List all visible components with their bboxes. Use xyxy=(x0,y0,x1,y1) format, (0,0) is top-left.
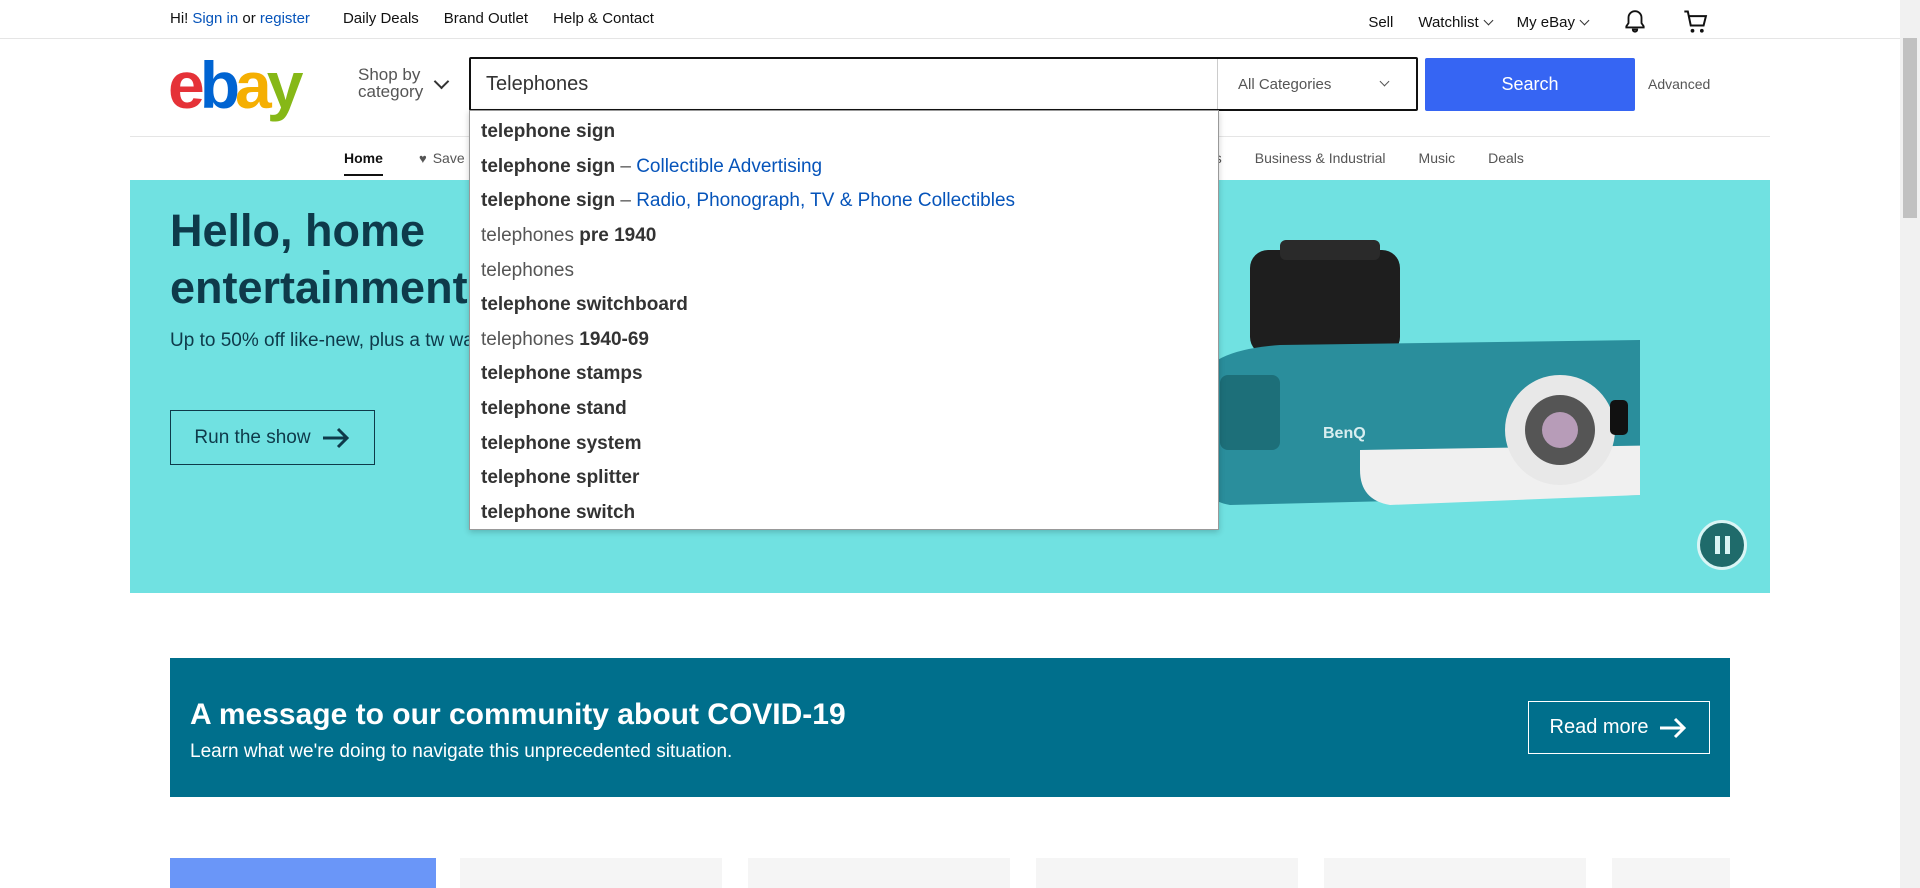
nav-item-business-industrial[interactable]: Business & Industrial xyxy=(1255,150,1386,166)
suggestion-text: telephone stand xyxy=(481,398,627,420)
suggestion-text: telephone splitter xyxy=(481,467,640,489)
top-bar: Hi! Sign in or register Daily Deals Bran… xyxy=(0,0,1900,39)
nav-saved-label: Save xyxy=(432,150,465,166)
suggestion-text: – xyxy=(615,155,637,177)
search-button[interactable]: Search xyxy=(1425,58,1635,111)
suggestion-item[interactable]: telephone sign – Collectible Advertising xyxy=(470,150,1218,185)
promo-card[interactable] xyxy=(170,858,436,888)
logo-e: e xyxy=(168,48,205,122)
read-more-label: Read more xyxy=(1549,716,1649,738)
watchlist-dropdown[interactable]: Watchlist xyxy=(1418,13,1494,31)
category-select[interactable]: All Categories xyxy=(1217,59,1416,109)
logo-b: b xyxy=(199,48,240,122)
suggestion-text: 1940-69 xyxy=(579,328,649,350)
shop-by-line2: category xyxy=(358,82,424,101)
suggestion-item[interactable]: telephone sign xyxy=(470,115,1218,150)
suggestion-text: telephone switch xyxy=(481,501,636,523)
sell-link[interactable]: Sell xyxy=(1368,14,1393,31)
suggestion-text: telephone sign xyxy=(481,121,616,143)
bell-icon[interactable] xyxy=(1622,9,1648,35)
pause-icon[interactable] xyxy=(1697,520,1747,570)
suggestion-item[interactable]: telephones pre 1940 xyxy=(470,219,1218,254)
product-card[interactable] xyxy=(460,858,722,888)
run-the-show-button[interactable]: Run the show xyxy=(170,410,375,465)
daily-deals-link[interactable]: Daily Deals xyxy=(343,10,419,27)
arrow-right-icon xyxy=(1660,717,1687,738)
nav-home[interactable]: Home xyxy=(344,150,383,176)
logo-a: a xyxy=(235,48,272,122)
sell-label: Sell xyxy=(1368,13,1394,31)
page-scrollbar[interactable] xyxy=(1900,0,1920,888)
advanced-search-link[interactable]: Advanced xyxy=(1648,76,1710,92)
product-card[interactable] xyxy=(1324,858,1586,888)
product-card[interactable] xyxy=(1036,858,1298,888)
shop-by-line1: Shop by xyxy=(358,65,421,84)
nav-categories: oys Business & Industrial Music Deals xyxy=(1200,150,1557,166)
search-input[interactable] xyxy=(471,59,1218,109)
suggestion-text: telephone sign xyxy=(481,155,616,177)
brand-outlet-link[interactable]: Brand Outlet xyxy=(444,10,528,27)
heart-icon: ♥ xyxy=(419,151,427,166)
shop-by-category-button[interactable]: Shop by category xyxy=(358,66,423,100)
ebay-home-page: Hi! Sign in or register Daily Deals Bran… xyxy=(0,0,1920,888)
suggestion-text: telephone stamps xyxy=(481,363,643,385)
watchlist-label: Watchlist xyxy=(1418,13,1479,31)
run-the-show-label: Run the show xyxy=(194,426,311,448)
logo-y: y xyxy=(266,48,304,122)
nav-saved[interactable]: ♥ Save xyxy=(419,150,465,166)
suggestion-text: pre 1940 xyxy=(579,225,657,247)
suggestion-text: telephone system xyxy=(481,432,642,454)
projector-brand: BenQ xyxy=(1323,425,1366,442)
chevron-down-icon xyxy=(1483,15,1494,25)
suggestion-text: telephone sign xyxy=(481,190,616,212)
top-bar-left: Hi! Sign in or register Daily Deals Bran… xyxy=(170,10,654,27)
covid-title: A message to our community about COVID-1… xyxy=(190,698,846,731)
suggestion-item[interactable]: telephone sign – Radio, Phonograph, TV &… xyxy=(470,184,1218,219)
top-bar-right: Sell Watchlist My eBay xyxy=(1343,8,1710,36)
my-ebay-label: My eBay xyxy=(1516,13,1575,31)
suggestion-item[interactable]: telephones xyxy=(470,253,1218,288)
category-select-label: All Categories xyxy=(1238,76,1332,93)
suggestion-item[interactable]: telephone stand xyxy=(470,392,1218,427)
search-box: All Categories xyxy=(469,57,1418,111)
my-ebay-dropdown[interactable]: My eBay xyxy=(1516,13,1590,31)
sign-in-link[interactable]: Sign in xyxy=(192,10,238,27)
scrollbar-thumb[interactable] xyxy=(1903,38,1917,218)
chevron-down-icon xyxy=(1379,76,1390,87)
suggestion-item[interactable]: telephone stamps xyxy=(470,357,1218,392)
cart-icon[interactable] xyxy=(1682,8,1710,36)
help-contact-link[interactable]: Help & Contact xyxy=(553,10,654,27)
suggestion-text: Collectible Advertising xyxy=(636,155,823,177)
greeting: Hi! xyxy=(170,10,189,27)
register-link[interactable]: register xyxy=(260,10,310,27)
suggestion-item[interactable]: telephone system xyxy=(470,426,1218,461)
chevron-down-icon xyxy=(1579,15,1590,25)
or-text: or xyxy=(238,10,260,27)
search-suggestions: telephone sign telephone sign – Collectib… xyxy=(469,110,1219,530)
suggestion-item[interactable]: telephone switchboard xyxy=(470,288,1218,323)
suggestion-text: – xyxy=(615,190,637,212)
suggestion-text: telephones xyxy=(481,225,580,247)
suggestion-text: telephone switchboard xyxy=(481,294,688,316)
product-card[interactable] xyxy=(1612,858,1730,888)
product-card[interactable] xyxy=(748,858,1010,888)
covid-subtitle: Learn what we're doing to navigate this … xyxy=(190,741,733,762)
suggestion-text: telephones xyxy=(481,259,574,281)
read-more-button[interactable]: Read more xyxy=(1528,701,1710,754)
suggestion-text: Radio, Phonograph, TV & Phone Collectibl… xyxy=(636,190,1016,212)
arrow-right-icon xyxy=(322,427,349,448)
nav-item-music[interactable]: Music xyxy=(1419,150,1456,166)
suggestion-item[interactable]: telephones 1940-69 xyxy=(470,323,1218,358)
ebay-logo[interactable]: ebay xyxy=(168,52,303,118)
nav-item-deals[interactable]: Deals xyxy=(1488,150,1524,166)
suggestion-text: telephones xyxy=(481,328,580,350)
suggestion-item[interactable]: telephone switch xyxy=(470,496,1218,531)
suggestion-item[interactable]: telephone splitter xyxy=(470,461,1218,496)
covid-banner: A message to our community about COVID-1… xyxy=(170,658,1730,797)
chevron-down-icon[interactable] xyxy=(433,73,450,90)
